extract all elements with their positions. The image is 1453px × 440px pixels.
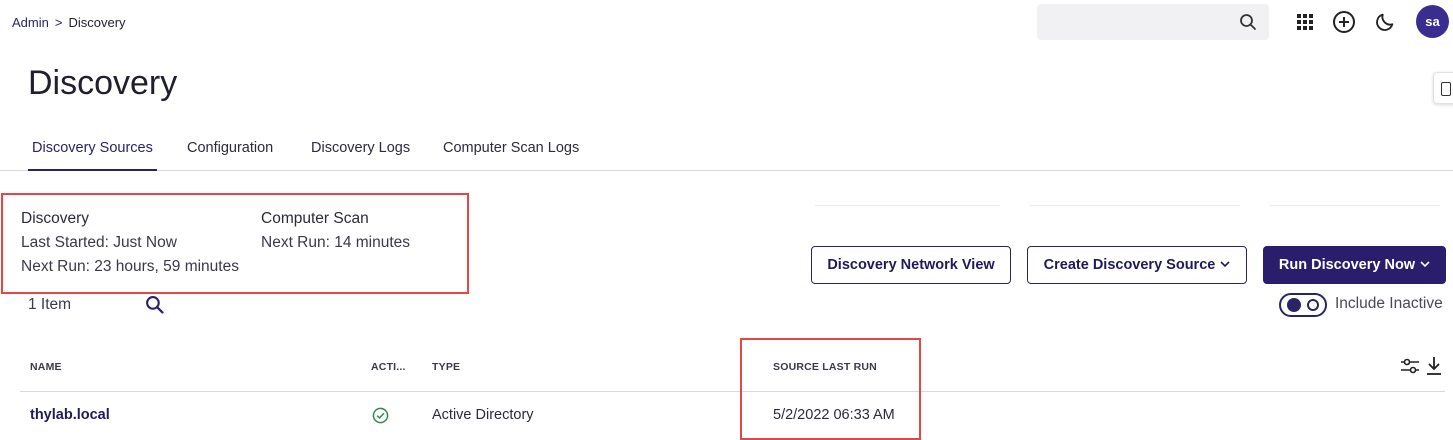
active-check-icon [372, 407, 389, 429]
global-search-input[interactable] [1037, 4, 1237, 40]
source-name-link[interactable]: thylab.local [30, 407, 110, 423]
global-search [1037, 4, 1269, 40]
table-search-icon[interactable] [145, 295, 164, 319]
breadcrumb: Admin > Discovery [12, 15, 126, 30]
user-avatar[interactable]: sa [1416, 5, 1449, 38]
chevron-down-icon [1220, 260, 1230, 271]
apps-grid-icon[interactable] [1293, 10, 1317, 34]
tab-discovery-sources[interactable]: Discovery Sources [28, 140, 157, 171]
discovery-status-panel: Discovery Last Started: Just Now Next Ru… [1, 193, 469, 294]
discovery-status-heading: Discovery [21, 210, 90, 227]
tab-discovery-logs[interactable]: Discovery Logs [311, 140, 410, 171]
item-count: 1 Item [28, 296, 72, 313]
tab-configuration[interactable]: Configuration [187, 140, 273, 171]
source-last-run-highlight [740, 338, 921, 440]
source-type: Active Directory [432, 407, 534, 423]
run-discovery-now-label: Run Discovery Now [1278, 257, 1416, 273]
breadcrumb-separator: > [54, 15, 63, 30]
column-settings-icon[interactable] [1400, 358, 1420, 379]
tab-bar: Discovery Sources Configuration Discover… [0, 128, 1453, 171]
page-title: Discovery [28, 64, 178, 102]
create-discovery-source-button[interactable]: Create Discovery Source [1027, 246, 1247, 284]
run-discovery-now-button[interactable]: Run Discovery Now [1263, 246, 1446, 284]
tab-computer-scan-logs[interactable]: Computer Scan Logs [443, 140, 579, 171]
toggle-knob [1287, 298, 1301, 312]
discovery-network-view-button[interactable]: Discovery Network View [811, 246, 1011, 284]
discovery-last-started: Last Started: Just Now [21, 234, 177, 251]
computer-scan-next-run: Next Run: 14 minutes [261, 234, 411, 251]
discovery-network-view-label: Discovery Network View [827, 257, 995, 273]
divider [1030, 205, 1240, 206]
include-inactive-label: Include Inactive [1335, 295, 1443, 312]
breadcrumb-admin-link[interactable]: Admin [12, 15, 49, 30]
side-panel-toggle[interactable] [1433, 72, 1453, 104]
computer-scan-heading: Computer Scan [261, 210, 369, 227]
divider [815, 205, 1000, 206]
search-icon[interactable] [1239, 13, 1257, 36]
dark-mode-moon-icon[interactable] [1373, 10, 1397, 34]
create-discovery-source-label: Create Discovery Source [1043, 257, 1216, 273]
column-header-active[interactable]: ACTI... [371, 361, 406, 373]
include-inactive-toggle[interactable] [1279, 293, 1327, 317]
breadcrumb-current: Discovery [68, 15, 126, 30]
column-header-name[interactable]: NAME [30, 361, 62, 373]
table-header-divider [20, 391, 1445, 392]
chevron-down-icon [1420, 260, 1430, 271]
panel-icon [1441, 82, 1451, 96]
toggle-off-indicator [1307, 299, 1319, 311]
discovery-status: Discovery Last Started: Just Now Next Ru… [21, 207, 239, 279]
download-icon[interactable] [1425, 356, 1443, 381]
divider [1270, 205, 1440, 206]
column-header-type[interactable]: TYPE [432, 361, 460, 373]
discovery-next-run: Next Run: 23 hours, 59 minutes [21, 258, 239, 275]
computer-scan-status: Computer Scan Next Run: 14 minutes [261, 207, 410, 255]
add-circle-icon[interactable] [1332, 10, 1356, 34]
